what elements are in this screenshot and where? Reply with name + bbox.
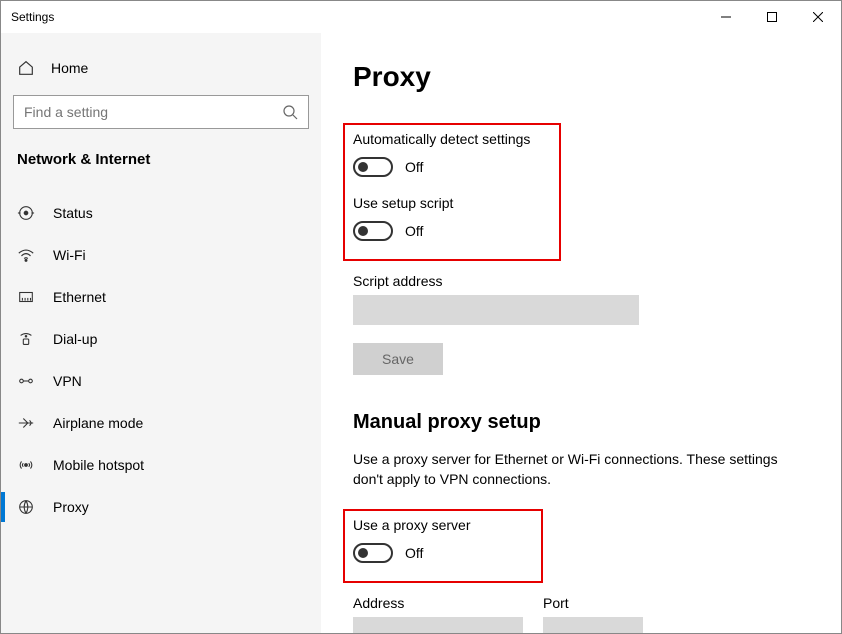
airplane-icon — [17, 414, 35, 432]
home-button[interactable]: Home — [13, 51, 309, 85]
vpn-icon — [17, 372, 35, 390]
sidebar-item-proxy[interactable]: Proxy — [1, 486, 321, 528]
setup-script-state: Off — [405, 223, 423, 239]
auto-detect-toggle[interactable] — [353, 157, 393, 177]
sidebar-item-label: VPN — [53, 373, 82, 389]
use-proxy-label: Use a proxy server — [353, 517, 533, 533]
window-controls — [703, 1, 841, 33]
main-panel: Proxy Automatically detect settings Off … — [321, 33, 841, 633]
ethernet-icon — [17, 288, 35, 306]
sidebar-item-airplane[interactable]: Airplane mode — [1, 402, 321, 444]
sidebar-item-label: Dial-up — [53, 331, 97, 347]
sidebar-item-label: Wi-Fi — [53, 247, 86, 263]
sidebar-item-label: Proxy — [53, 499, 89, 515]
home-icon — [17, 59, 35, 77]
manual-description: Use a proxy server for Ethernet or Wi-Fi… — [353, 450, 793, 489]
address-label: Address — [353, 595, 523, 611]
section-header: Network & Internet — [13, 151, 309, 168]
port-input — [543, 617, 643, 633]
window-title: Settings — [11, 10, 54, 24]
auto-detect-state: Off — [405, 159, 423, 175]
hotspot-icon — [17, 456, 35, 474]
manual-section-title: Manual proxy setup — [353, 411, 809, 434]
search-icon — [282, 104, 298, 120]
search-box[interactable] — [13, 95, 309, 129]
wifi-icon — [17, 246, 35, 264]
setup-script-label: Use setup script — [353, 195, 551, 211]
sidebar-item-wifi[interactable]: Wi-Fi — [1, 234, 321, 276]
proxy-icon — [17, 498, 35, 516]
highlight-auto-proxy: Automatically detect settings Off Use se… — [343, 123, 561, 261]
minimize-button[interactable] — [703, 1, 749, 33]
home-label: Home — [51, 60, 88, 76]
sidebar-item-label: Mobile hotspot — [53, 457, 144, 473]
script-address-input — [353, 295, 639, 325]
sidebar-item-status[interactable]: Status — [1, 192, 321, 234]
sidebar-item-hotspot[interactable]: Mobile hotspot — [1, 444, 321, 486]
script-address-label: Script address — [353, 273, 809, 289]
sidebar: Home Network & Internet Status — [1, 33, 321, 633]
save-button: Save — [353, 343, 443, 375]
use-proxy-toggle[interactable] — [353, 543, 393, 563]
sidebar-item-ethernet[interactable]: Ethernet — [1, 276, 321, 318]
close-button[interactable] — [795, 1, 841, 33]
highlight-manual-proxy: Use a proxy server Off — [343, 509, 543, 583]
use-proxy-state: Off — [405, 545, 423, 561]
setup-script-toggle[interactable] — [353, 221, 393, 241]
port-label: Port — [543, 595, 643, 611]
titlebar: Settings — [1, 1, 841, 33]
sidebar-item-label: Airplane mode — [53, 415, 143, 431]
sidebar-item-label: Ethernet — [53, 289, 106, 305]
sidebar-item-vpn[interactable]: VPN — [1, 360, 321, 402]
status-icon — [17, 204, 35, 222]
dialup-icon — [17, 330, 35, 348]
nav-list: Status Wi-Fi Ethernet Dial-up — [1, 192, 321, 528]
address-input — [353, 617, 523, 633]
maximize-button[interactable] — [749, 1, 795, 33]
search-input[interactable] — [24, 104, 282, 120]
page-title: Proxy — [353, 61, 809, 93]
sidebar-item-dialup[interactable]: Dial-up — [1, 318, 321, 360]
auto-detect-label: Automatically detect settings — [353, 131, 551, 147]
sidebar-item-label: Status — [53, 205, 93, 221]
